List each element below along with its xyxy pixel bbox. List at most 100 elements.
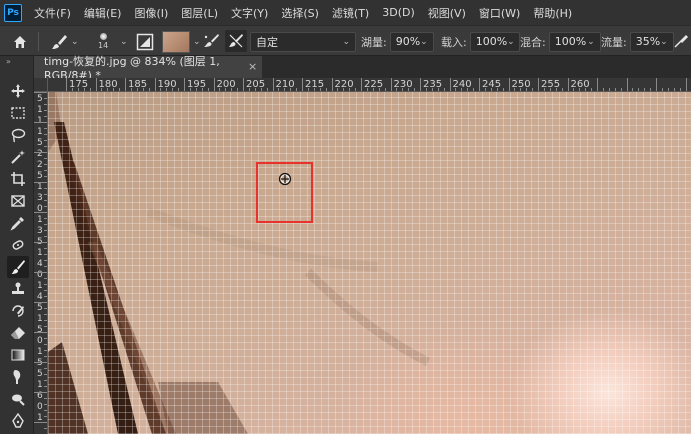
mix-preset-select[interactable]: 自定 ⌄ <box>250 31 356 52</box>
vertical-ruler[interactable]: 511152251301351401451501551601 <box>34 92 48 434</box>
marquee-tool[interactable] <box>7 102 29 124</box>
collapse-toolbar-icon[interactable]: » <box>6 57 11 66</box>
close-icon[interactable]: × <box>248 60 257 73</box>
history-brush-tool[interactable] <box>7 300 29 322</box>
ruler-origin[interactable] <box>34 78 48 92</box>
ruler-tick <box>34 152 47 153</box>
ruler-label: 5 <box>37 358 43 368</box>
ruler-tick <box>184 78 185 91</box>
ruler-tick <box>632 88 634 91</box>
ruler-tick <box>667 88 669 91</box>
load-brush-toggle[interactable] <box>200 30 222 52</box>
ruler-tick <box>449 78 451 91</box>
menu-window[interactable]: 窗口(W) <box>479 5 520 21</box>
ruler-label: 4 <box>37 259 43 269</box>
wet-field[interactable]: 90% ⌄ <box>389 31 434 52</box>
quick-select-tool[interactable] <box>7 146 29 168</box>
ruler-label: 205 <box>246 79 266 90</box>
ruler-tick <box>644 88 646 91</box>
airbrush-icon <box>674 34 689 48</box>
menu-view[interactable]: 视图(V) <box>428 5 466 21</box>
menu-edit[interactable]: 编辑(E) <box>84 5 122 21</box>
home-button[interactable] <box>12 26 28 57</box>
document-canvas[interactable] <box>48 92 691 434</box>
ruler-label: 5 <box>37 369 43 379</box>
photoshop-logo[interactable]: Ps <box>4 3 22 22</box>
horizontal-ruler[interactable]: 175 180 185 190 195 200 205 210 215 220 225 230 235 2… <box>48 78 691 92</box>
lasso-tool[interactable] <box>7 124 29 146</box>
chevron-down-icon: ⌄ <box>71 36 79 47</box>
ruler-label: 1 <box>37 380 43 390</box>
load-field[interactable]: 100% ⌄ <box>469 31 520 52</box>
ruler-label: 1 <box>37 248 43 258</box>
dodge-tool[interactable] <box>7 388 29 410</box>
ruler-tick <box>44 428 47 429</box>
load-label: 载入: <box>441 35 467 49</box>
menu-select[interactable]: 选择(S) <box>281 5 319 21</box>
ruler-tick <box>614 88 616 91</box>
eraser-icon <box>11 327 25 339</box>
ruler-tick <box>66 78 67 91</box>
smudge-tool[interactable] <box>7 366 29 388</box>
menu-file[interactable]: 文件(F) <box>34 5 71 21</box>
ruler-label: 1 <box>37 347 43 357</box>
eraser-tool[interactable] <box>7 322 29 344</box>
magic-wand-icon <box>11 150 25 164</box>
ruler-tick <box>650 88 652 91</box>
ruler-label: 260 <box>570 79 590 90</box>
brush-tip-icon <box>99 33 107 40</box>
menu-3d[interactable]: 3D(D) <box>382 6 415 19</box>
gradient-tool[interactable] <box>7 344 29 366</box>
ruler-tick <box>34 332 47 333</box>
ruler-tick <box>44 296 47 297</box>
move-tool[interactable] <box>7 80 29 102</box>
frame-tool[interactable] <box>7 190 29 212</box>
dodge-icon <box>12 394 25 406</box>
ruler-tick <box>44 116 47 117</box>
ruler-tick <box>44 410 47 411</box>
ruler-tick <box>390 78 392 91</box>
ruler-tick <box>44 110 47 111</box>
ruler-label: 2 <box>37 160 43 170</box>
ruler-tick <box>414 88 416 91</box>
ruler-tick <box>331 78 333 91</box>
crop-tool[interactable] <box>7 168 29 190</box>
chevron-down-icon: ⌄ <box>120 36 128 47</box>
airbrush-toggle[interactable] <box>671 30 691 52</box>
ruler-label: 190 <box>157 79 177 90</box>
ruler-label: 255 <box>541 79 561 90</box>
menu-help[interactable]: 帮助(H) <box>533 5 572 21</box>
eyedropper-tool[interactable] <box>7 212 29 234</box>
ruler-tick <box>44 380 47 381</box>
document-tab[interactable]: timg-恢复的.jpg @ 834% (图层 1, RGB/8#) * × <box>34 55 262 82</box>
pen-tool[interactable] <box>7 410 29 432</box>
ruler-tick <box>89 88 91 91</box>
ruler-tick <box>154 78 156 91</box>
flow-field[interactable]: 35% ⌄ <box>629 31 674 52</box>
tools-panel: » <box>0 56 34 434</box>
ruler-label: 1 <box>37 116 43 126</box>
ruler-tick <box>508 78 510 91</box>
clean-brush-icon <box>229 34 243 48</box>
mixer-brush-tool[interactable] <box>7 256 29 278</box>
clone-stamp-tool[interactable] <box>7 278 29 300</box>
mix-preset-value: 自定 <box>256 35 278 49</box>
mix-field[interactable]: 100% ⌄ <box>548 31 601 52</box>
ruler-label: 5 <box>37 325 43 335</box>
ruler-tick <box>602 88 604 91</box>
ruler-tick <box>213 78 215 91</box>
menu-layer[interactable]: 图层(L) <box>181 5 218 21</box>
ruler-tick <box>44 248 47 249</box>
menu-image[interactable]: 图像(I) <box>134 5 168 21</box>
ruler-tick <box>44 398 47 399</box>
ruler-label: 5 <box>37 94 43 104</box>
ruler-tick <box>44 308 47 309</box>
menu-type[interactable]: 文字(Y) <box>231 5 268 21</box>
clean-brush-toggle[interactable] <box>225 30 247 52</box>
ruler-tick <box>44 146 47 147</box>
spot-heal-tool[interactable] <box>7 234 29 256</box>
menu-filter[interactable]: 滤镜(T) <box>332 5 369 21</box>
ruler-tick <box>44 320 47 321</box>
ruler-tick <box>325 88 327 91</box>
ruler-tick <box>44 170 47 171</box>
